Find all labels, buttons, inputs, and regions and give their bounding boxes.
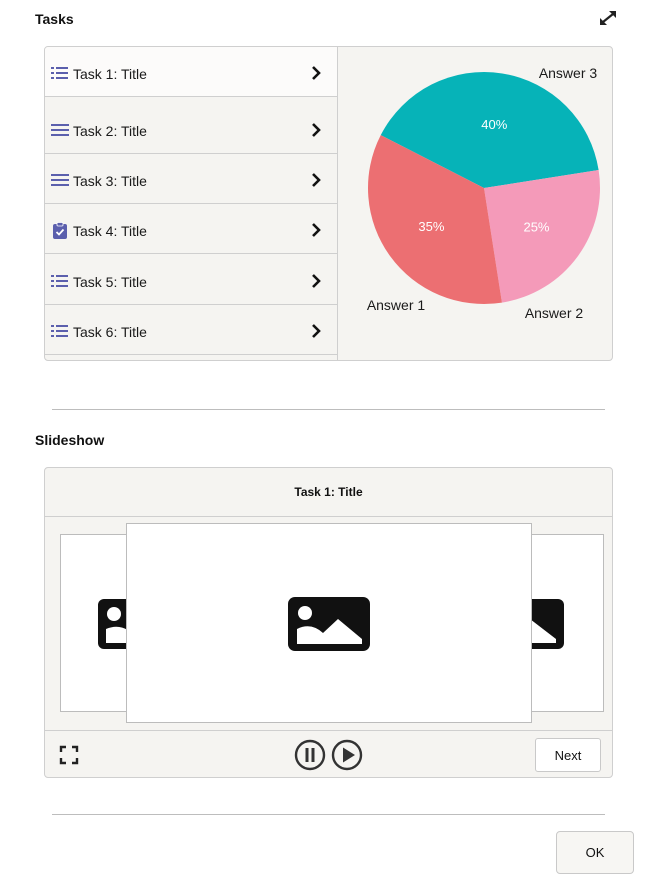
play-icon (331, 739, 363, 771)
task-item-5[interactable]: Task 5: Title (45, 255, 337, 305)
task-item-4[interactable]: Task 4: Title (45, 204, 337, 254)
expand-icon[interactable] (597, 8, 619, 28)
pie-slice-answer-2 (484, 170, 600, 303)
menu-lines-icon (51, 122, 69, 138)
tasks-heading: Tasks (35, 11, 74, 27)
pie-value-label: 40% (481, 117, 507, 132)
pie-category-label: Answer 2 (525, 305, 584, 321)
next-button[interactable]: Next (535, 738, 601, 772)
task-item-2[interactable]: Task 2: Title (45, 104, 337, 154)
pie-category-label: Answer 3 (539, 65, 598, 81)
pie-category-label: Answer 1 (367, 297, 426, 313)
play-button[interactable] (331, 739, 363, 771)
task-label: Task 2: Title (73, 123, 147, 139)
list-icon (51, 65, 69, 81)
fullscreen-icon[interactable] (59, 745, 79, 765)
task-label: Task 6: Title (73, 324, 147, 340)
chevron-right-icon (309, 323, 323, 339)
chevron-right-icon (309, 122, 323, 138)
slideshow-panel: Task 1: Title Next (44, 467, 613, 778)
task-item-1[interactable]: Task 1: Title (45, 47, 337, 97)
divider (52, 814, 605, 815)
pause-button[interactable] (294, 739, 326, 771)
clipboard-check-icon (51, 222, 69, 239)
slideshow-controls: Next (45, 730, 612, 777)
ok-button[interactable]: OK (556, 831, 634, 874)
task-label: Task 1: Title (73, 66, 147, 82)
slideshow-header: Task 1: Title (45, 468, 612, 517)
tasks-panel: Task 1: Title Task 2: Title Task 3: Titl… (44, 46, 613, 361)
image-placeholder-icon (288, 597, 370, 656)
task-label: Task 5: Title (73, 274, 147, 290)
chevron-right-icon (309, 222, 323, 238)
pie-value-label: 35% (418, 219, 444, 234)
task-label: Task 3: Title (73, 173, 147, 189)
chevron-right-icon (309, 273, 323, 289)
task-list: Task 1: Title Task 2: Title Task 3: Titl… (45, 47, 338, 360)
slideshow-heading: Slideshow (35, 432, 105, 448)
menu-lines-icon (51, 172, 69, 188)
list-icon (51, 273, 69, 289)
task-item-3[interactable]: Task 3: Title (45, 154, 337, 204)
list-icon (51, 323, 69, 339)
pie-chart-svg: 40% Answer 3 25% Answer 2 35% Answer 1 (367, 65, 600, 321)
slide-title: Task 1: Title (294, 485, 363, 499)
chevron-right-icon (309, 172, 323, 188)
chevron-right-icon (309, 65, 323, 81)
task-label: Task 4: Title (73, 223, 147, 239)
current-slide[interactable] (126, 523, 532, 723)
pie-chart: 40% Answer 3 25% Answer 2 35% Answer 1 (339, 47, 612, 360)
divider (52, 409, 605, 410)
task-item-6[interactable]: Task 6: Title (45, 305, 337, 355)
pause-icon (294, 739, 326, 771)
pie-value-label: 25% (523, 219, 549, 234)
